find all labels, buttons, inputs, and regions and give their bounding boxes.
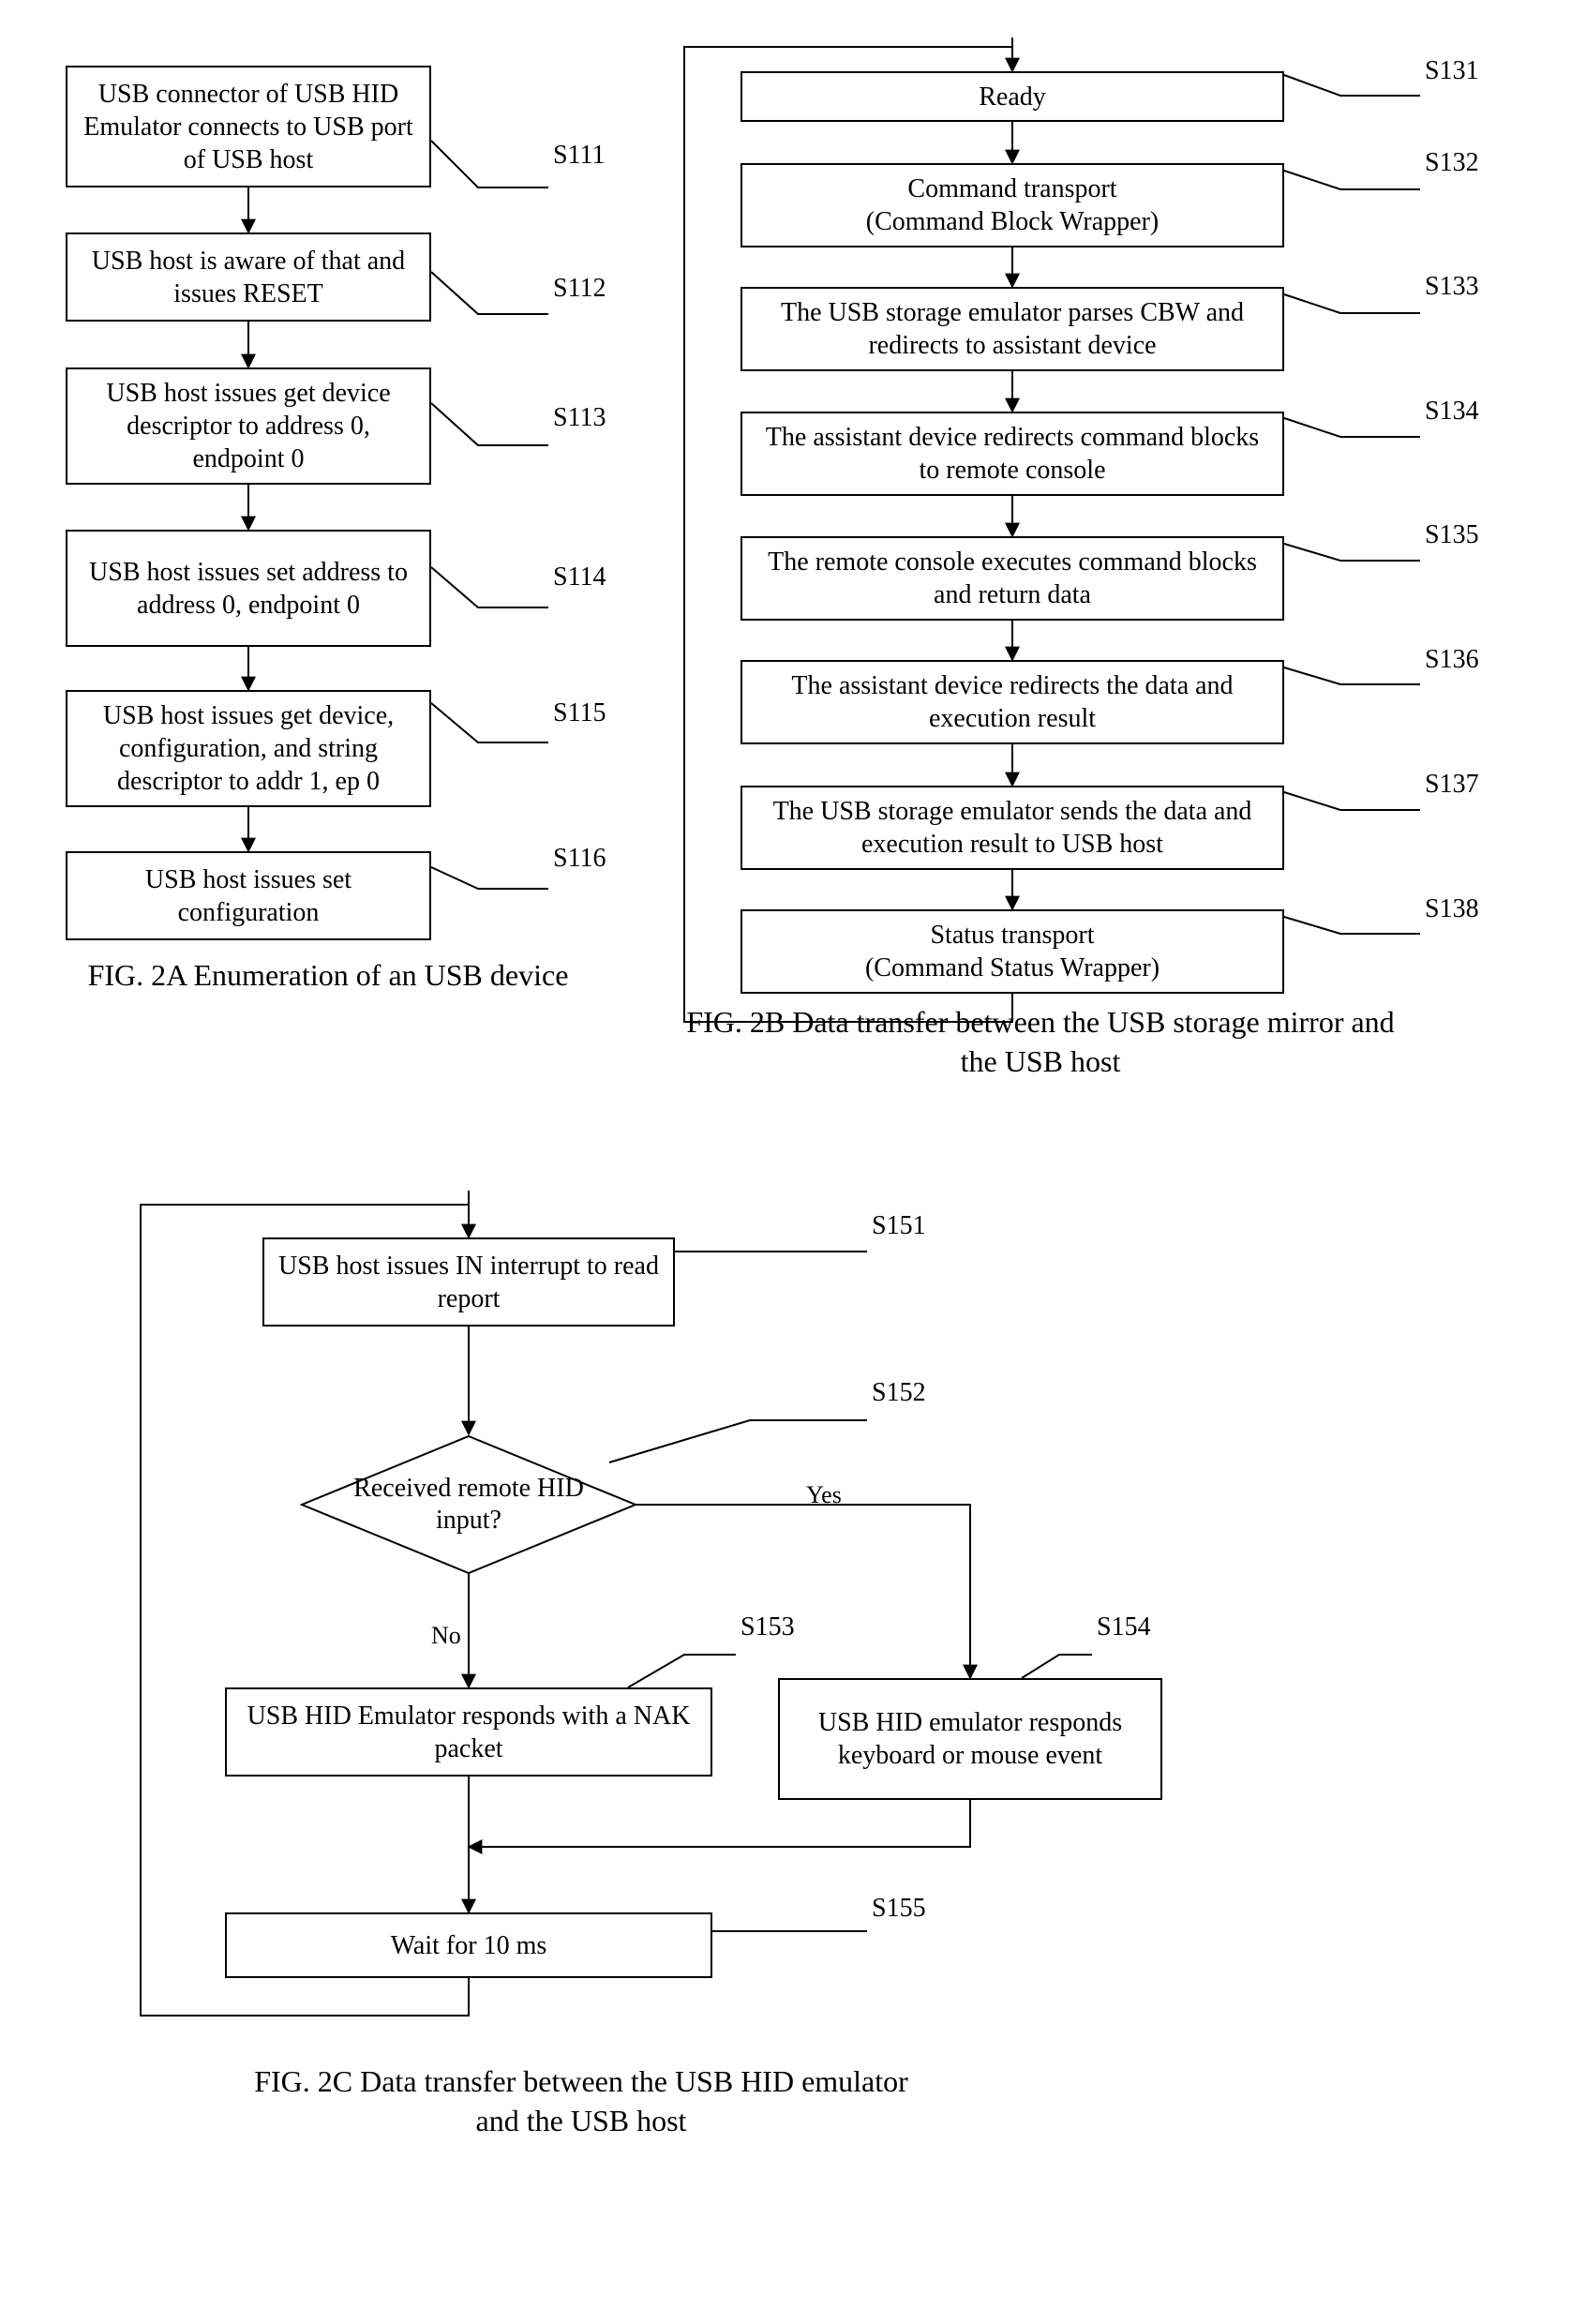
figB-step-1-label: S131 bbox=[1425, 56, 1479, 86]
figB-step-6-text: The assistant device redirects the data … bbox=[754, 669, 1271, 735]
figB-step-6-label: S136 bbox=[1425, 645, 1479, 675]
figA-step-1: USB connector of USB HID Emulator connec… bbox=[66, 66, 431, 187]
figC-s154-label: S154 bbox=[1097, 1612, 1151, 1642]
figC-s155-text: Wait for 10 ms bbox=[391, 1929, 547, 1962]
figA-step-6-label: S116 bbox=[553, 844, 606, 874]
figB-step-3: The USB storage emulator parses CBW and … bbox=[741, 287, 1284, 371]
diagram-page: USB connector of USB HID Emulator connec… bbox=[28, 28, 1558, 2296]
figB-step-8-text: Status transport (Command Status Wrapper… bbox=[865, 919, 1160, 984]
figB-step-2-text: Command transport (Command Block Wrapper… bbox=[866, 172, 1160, 238]
figC-s152-label: S152 bbox=[872, 1378, 926, 1408]
figA-step-2: USB host is aware of that and issues RES… bbox=[66, 232, 431, 322]
figC-s152-text: Received remote HID input? bbox=[347, 1473, 591, 1536]
figC-step-s153: USB HID Emulator responds with a NAK pac… bbox=[225, 1687, 712, 1777]
figC-s151-text: USB host issues IN interrupt to read rep… bbox=[276, 1250, 662, 1315]
figC-step-s154: USB HID emulator responds keyboard or mo… bbox=[778, 1678, 1162, 1800]
figB-step-8-label: S138 bbox=[1425, 894, 1479, 924]
figB-step-7: The USB storage emulator sends the data … bbox=[741, 786, 1284, 870]
figB-step-7-label: S137 bbox=[1425, 770, 1479, 800]
figC-s154-text: USB HID emulator responds keyboard or mo… bbox=[791, 1706, 1149, 1772]
figA-step-4-label: S114 bbox=[553, 562, 606, 592]
figA-step-5: USB host issues get device, configuratio… bbox=[66, 690, 431, 807]
figA-step-2-label: S112 bbox=[553, 274, 606, 304]
figC-yes-label: Yes bbox=[806, 1481, 842, 1509]
figC-no-label: No bbox=[431, 1622, 461, 1650]
figC-s151-label: S151 bbox=[872, 1211, 926, 1241]
figB-step-2-label: S132 bbox=[1425, 148, 1479, 178]
figB-step-5: The remote console executes command bloc… bbox=[741, 536, 1284, 621]
figC-s155-label: S155 bbox=[872, 1894, 926, 1924]
figC-s153-text: USB HID Emulator responds with a NAK pac… bbox=[238, 1700, 699, 1765]
figB-step-7-text: The USB storage emulator sends the data … bbox=[754, 795, 1271, 861]
figC-step-s155: Wait for 10 ms bbox=[225, 1912, 712, 1978]
figB-step-8: Status transport (Command Status Wrapper… bbox=[741, 909, 1284, 994]
figA-step-5-label: S115 bbox=[553, 698, 606, 728]
figB-step-4: The assistant device redirects command b… bbox=[741, 412, 1284, 496]
figC-step-s151: USB host issues IN interrupt to read rep… bbox=[262, 1237, 675, 1327]
figA-step-1-label: S111 bbox=[553, 141, 606, 171]
figB-step-3-label: S133 bbox=[1425, 272, 1479, 302]
figB-step-1: Ready bbox=[741, 71, 1284, 122]
figC-decision-s152: Received remote HID input? bbox=[300, 1434, 637, 1575]
figA-step-2-text: USB host is aware of that and issues RES… bbox=[79, 245, 418, 310]
figA-step-4: USB host issues set address to address 0… bbox=[66, 530, 431, 647]
figA-caption: FIG. 2A Enumeration of an USB device bbox=[28, 956, 628, 996]
figA-step-6-text: USB host issues set configuration bbox=[79, 863, 418, 929]
figB-caption: FIG. 2B Data transfer between the USB st… bbox=[666, 1003, 1415, 1081]
figB-step-4-text: The assistant device redirects command b… bbox=[754, 421, 1271, 487]
figB-step-2: Command transport (Command Block Wrapper… bbox=[741, 163, 1284, 247]
figC-caption: FIG. 2C Data transfer between the USB HI… bbox=[253, 2062, 909, 2140]
figA-step-1-text: USB connector of USB HID Emulator connec… bbox=[79, 78, 418, 176]
figA-step-3-text: USB host issues get device descriptor to… bbox=[79, 377, 418, 475]
figA-step-4-text: USB host issues set address to address 0… bbox=[79, 556, 418, 622]
figB-step-1-text: Ready bbox=[979, 81, 1046, 113]
figB-step-4-label: S134 bbox=[1425, 397, 1479, 427]
figB-step-5-label: S135 bbox=[1425, 520, 1479, 550]
figC-s153-label: S153 bbox=[741, 1612, 795, 1642]
figA-step-3: USB host issues get device descriptor to… bbox=[66, 367, 431, 485]
figB-step-5-text: The remote console executes command bloc… bbox=[754, 546, 1271, 611]
figA-step-5-text: USB host issues get device, configuratio… bbox=[79, 699, 418, 798]
figA-step-6: USB host issues set configuration bbox=[66, 851, 431, 940]
figB-step-3-text: The USB storage emulator parses CBW and … bbox=[754, 296, 1271, 362]
figB-step-6: The assistant device redirects the data … bbox=[741, 660, 1284, 744]
figA-step-3-label: S113 bbox=[553, 403, 606, 433]
